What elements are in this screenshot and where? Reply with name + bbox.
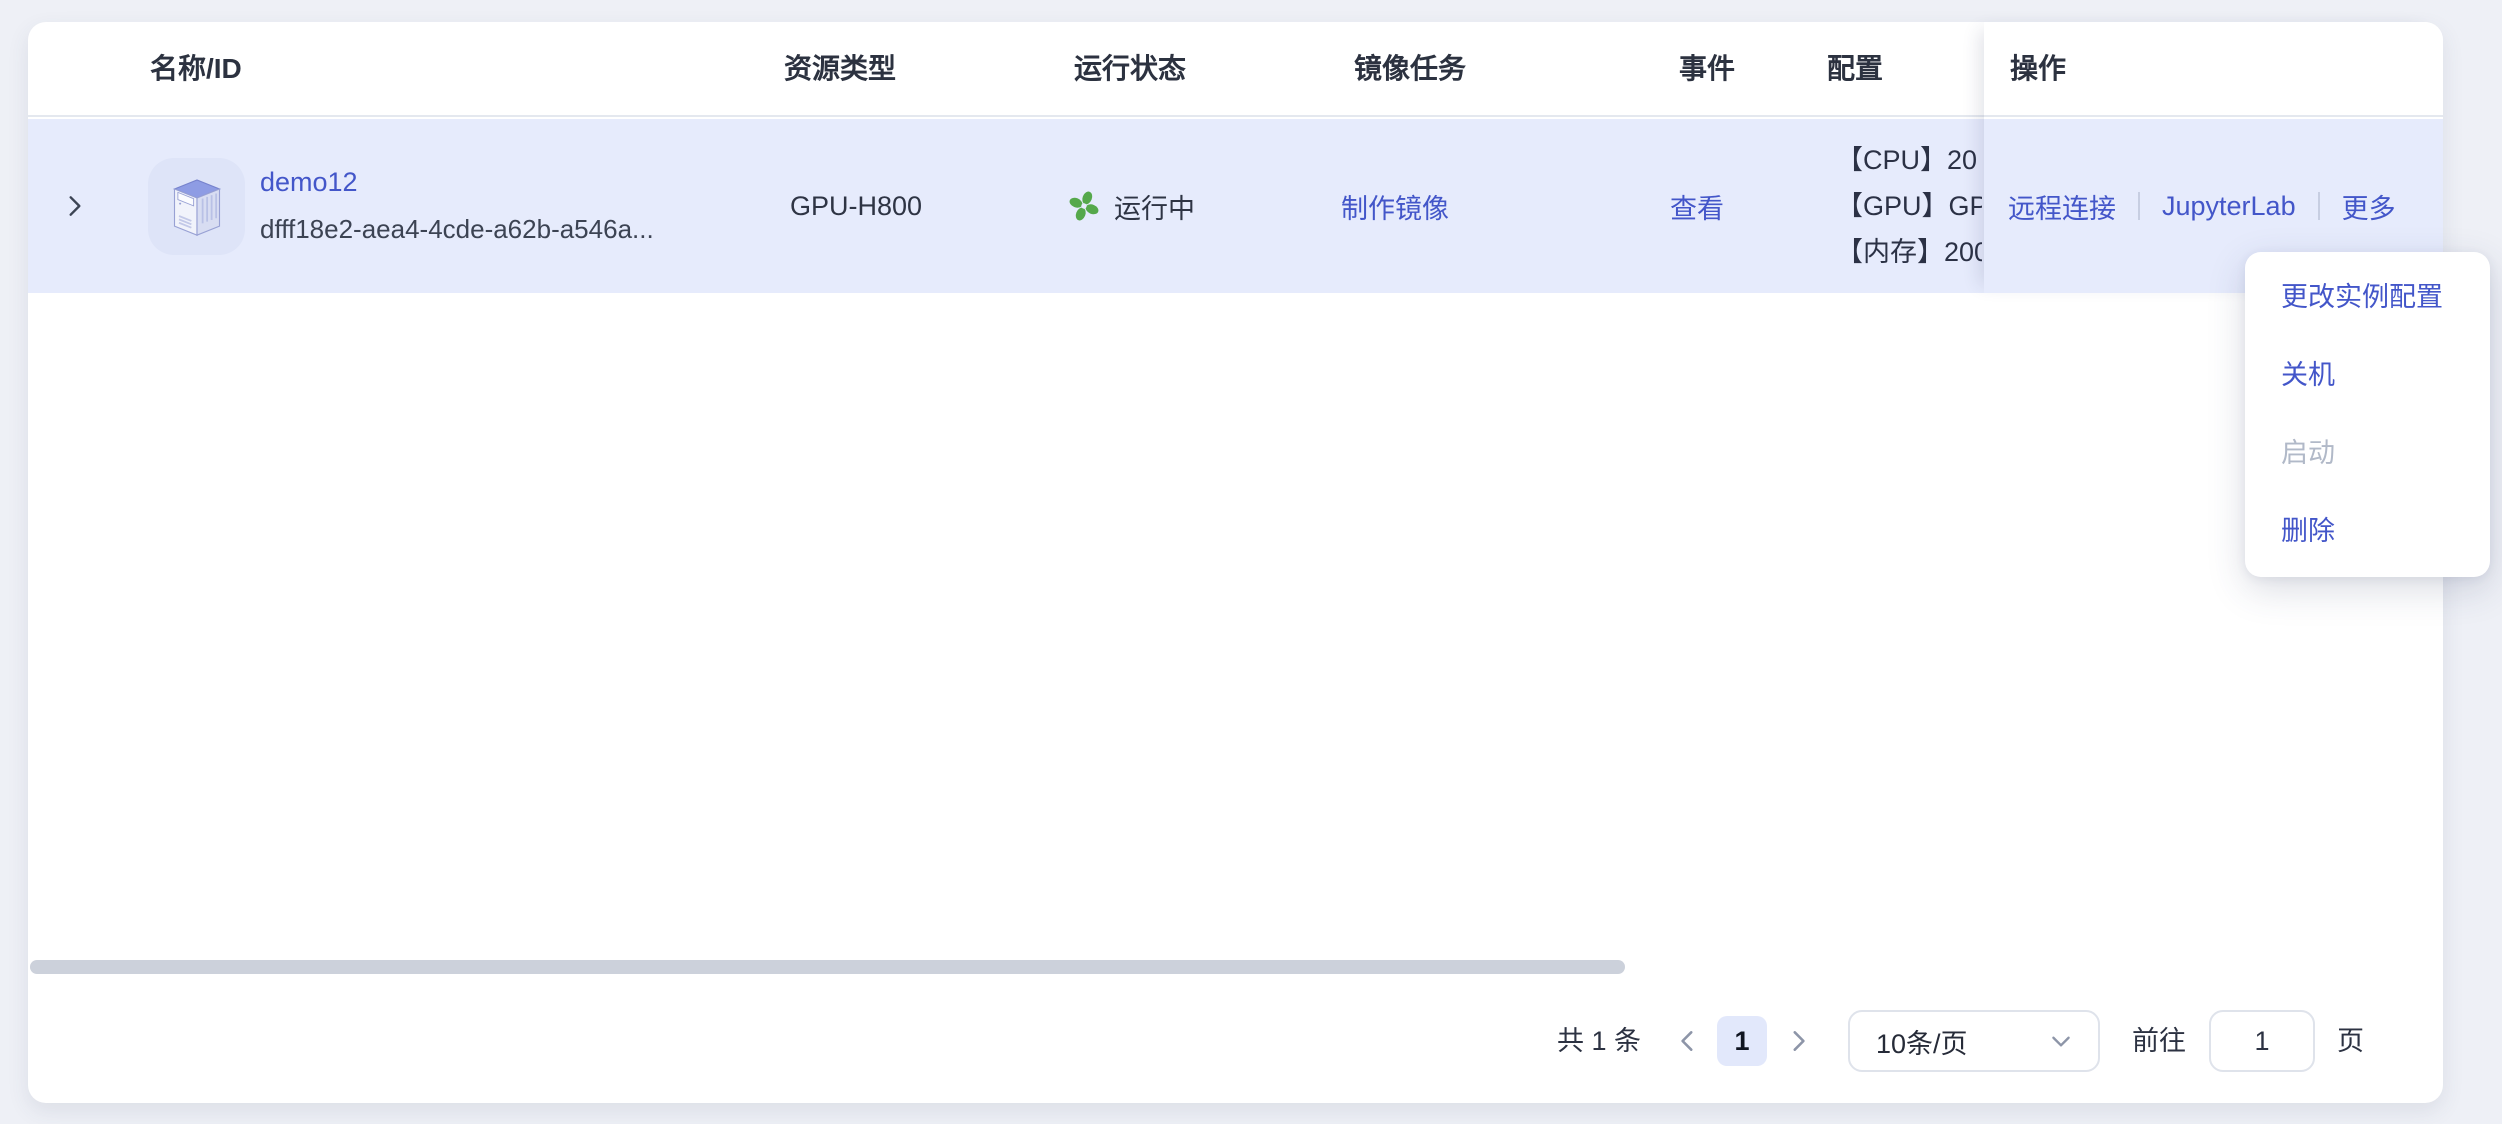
operations-header: 操作: [1984, 22, 2443, 117]
expand-row-button[interactable]: [60, 119, 90, 293]
next-page-button[interactable]: [1778, 1010, 1818, 1072]
chevron-right-icon: [1785, 1028, 1811, 1054]
view-event-link[interactable]: 查看: [1670, 119, 1724, 293]
column-header-config: 配置: [1827, 22, 1883, 115]
table-header: 名称/ID 资源类型 运行状态 镜像任务 事件 配置: [28, 22, 1984, 117]
column-header-run-status: 运行状态: [1074, 22, 1186, 115]
page-size-select[interactable]: 10条/页: [1848, 1010, 2100, 1072]
menu-item-shutdown[interactable]: 关机: [2245, 336, 2490, 414]
column-header-image-task: 镜像任务: [1354, 22, 1466, 115]
jupyterlab-link[interactable]: JupyterLab: [2162, 191, 2296, 222]
column-header-name-id: 名称/ID: [150, 22, 242, 115]
action-separator: [2138, 192, 2140, 220]
config-cell: 【CPU】20 【GPU】GPU 【内存】200: [1836, 119, 1982, 293]
fan-running-icon: [1066, 188, 1102, 224]
page-size-value: 10条/页: [1876, 1022, 1968, 1061]
resource-type-cell: GPU-H800: [790, 119, 922, 293]
make-image-link[interactable]: 制作镜像: [1341, 119, 1449, 293]
run-status-cell: 运行中: [1066, 119, 1195, 293]
menu-item-start: 启动: [2245, 414, 2490, 492]
instance-icon-tile: [148, 158, 245, 255]
instance-id-text: dfff18e2-aea4-4cde-a62b-a546a...: [260, 214, 654, 245]
more-actions-link[interactable]: 更多: [2342, 187, 2396, 226]
chevron-left-icon: [1675, 1028, 1701, 1054]
chevron-down-icon: [2048, 1028, 2074, 1054]
horizontal-scrollbar-thumb[interactable]: [30, 960, 1625, 974]
column-header-event: 事件: [1679, 22, 1735, 115]
prev-page-button[interactable]: [1668, 1010, 1708, 1072]
more-actions-dropdown: 更改实例配置 关机 启动 删除: [2245, 252, 2490, 577]
column-header-resource-type: 资源类型: [784, 22, 896, 115]
page-unit-label: 页: [2337, 1010, 2364, 1072]
goto-page-label: 前往: [2132, 1010, 2186, 1072]
server-tower-icon: [161, 171, 233, 243]
page-number-button[interactable]: 1: [1717, 1016, 1767, 1066]
config-cpu-line: 【CPU】20: [1836, 137, 1977, 183]
goto-page-input[interactable]: [2209, 1010, 2315, 1072]
chevron-right-icon: [62, 193, 88, 219]
menu-item-delete[interactable]: 删除: [2245, 492, 2490, 570]
action-separator: [2318, 192, 2320, 220]
instance-name-link[interactable]: demo12: [260, 167, 358, 198]
remote-connect-link[interactable]: 远程连接: [2008, 187, 2116, 226]
menu-item-change-instance-config[interactable]: 更改实例配置: [2245, 258, 2490, 336]
total-count-text: 共 1 条: [1557, 1010, 1641, 1072]
column-header-operations: 操作: [2010, 22, 2066, 115]
config-gpu-line: 【GPU】GPU: [1836, 183, 1982, 229]
run-status-text: 运行中: [1114, 187, 1195, 226]
config-memory-line: 【内存】200: [1836, 229, 1982, 275]
name-id-cell: demo12 dfff18e2-aea4-4cde-a62b-a546a...: [260, 119, 654, 293]
instance-list-page: 名称/ID 资源类型 运行状态 镜像任务 事件 配置 demo12: [0, 0, 2502, 1124]
